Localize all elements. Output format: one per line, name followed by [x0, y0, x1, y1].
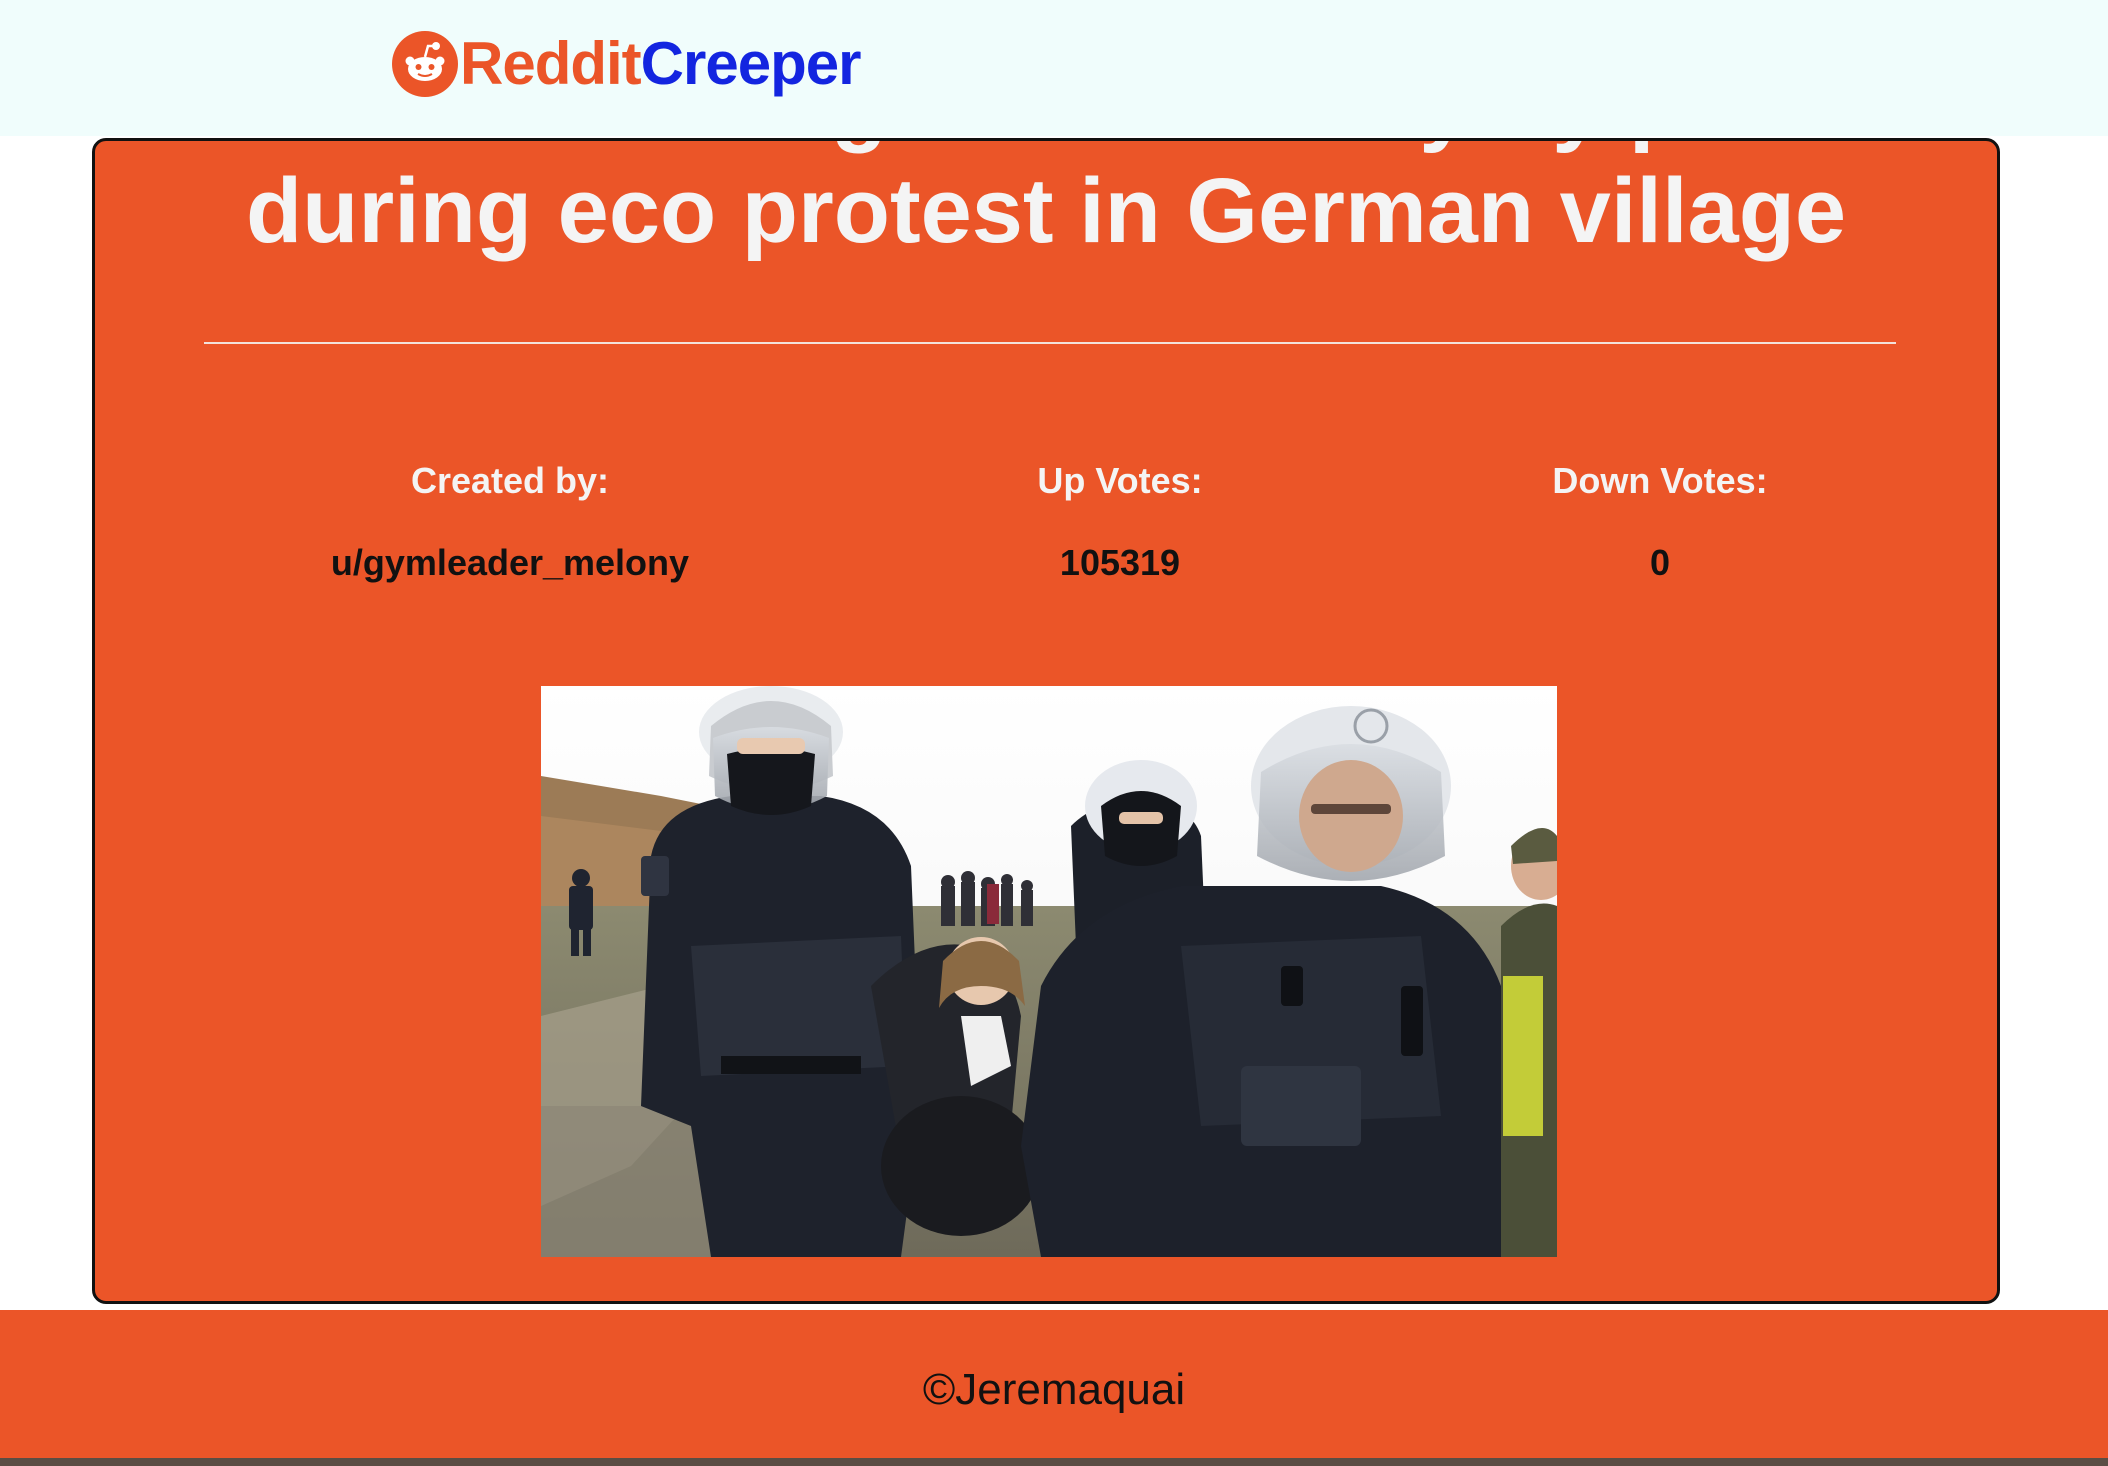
- post-photo: [541, 686, 1557, 1257]
- post-image[interactable]: [541, 686, 1557, 1257]
- author-username[interactable]: u/gymleader_melony: [210, 541, 810, 585]
- footer-edge: [0, 1458, 2108, 1466]
- footer-copyright: ©Jeremaquai: [922, 1365, 1186, 1414]
- stat-upvotes: Up Votes: 105319: [820, 459, 1420, 585]
- brand-name: RedditCreeper: [460, 30, 862, 98]
- brand-name-reddit: Reddit: [460, 30, 642, 97]
- page: Greta Thunberg carried away by police du…: [0, 0, 2108, 1466]
- post-card: Greta Thunberg carried away by police du…: [92, 138, 2000, 1304]
- site-header: RedditCreeper: [0, 0, 2108, 136]
- stat-created-by: Created by: u/gymleader_melony: [210, 459, 810, 585]
- title-divider: [204, 342, 1896, 344]
- stat-downvotes: Down Votes: 0: [1360, 459, 1960, 585]
- brand-logo[interactable]: RedditCreeper: [392, 30, 862, 98]
- upvotes-label: Up Votes:: [1037, 460, 1203, 501]
- site-footer: ©Jeremaquai: [0, 1310, 2108, 1466]
- post-title: Greta Thunberg carried away by police du…: [197, 141, 1894, 262]
- downvotes-label: Down Votes:: [1552, 460, 1768, 501]
- reddit-alien-icon: [392, 31, 458, 97]
- upvotes-count: 105319: [1059, 542, 1181, 583]
- created-by-label: Created by:: [410, 460, 610, 501]
- brand-name-creeper: Creeper: [640, 30, 862, 97]
- downvotes-count: 0: [1649, 542, 1671, 583]
